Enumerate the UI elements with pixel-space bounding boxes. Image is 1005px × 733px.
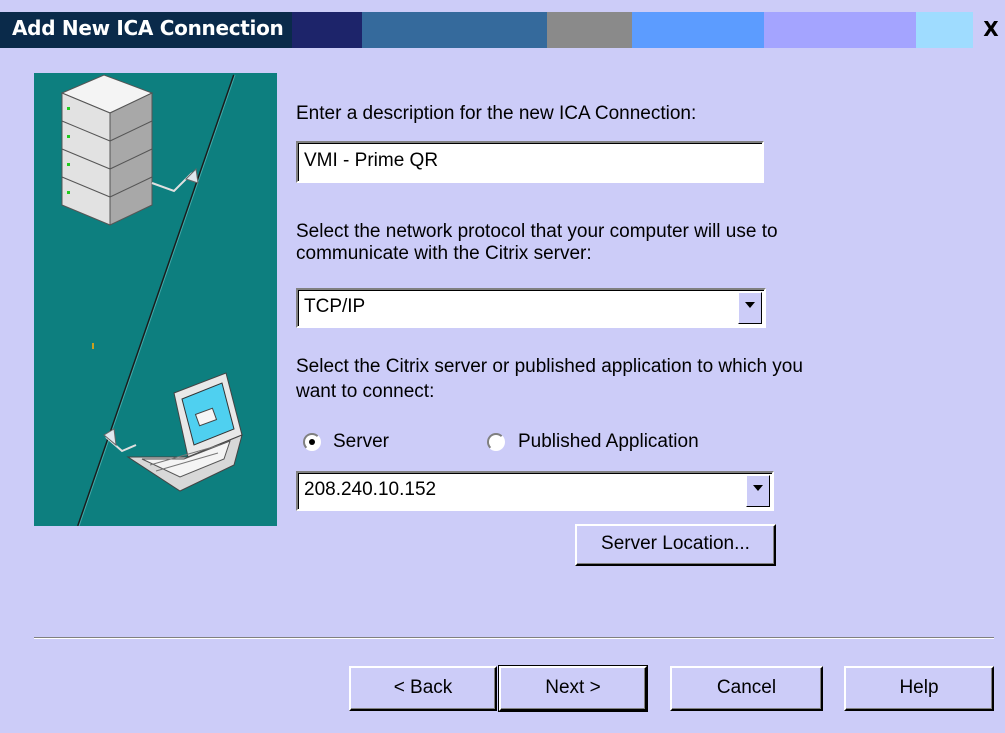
title-bar-segment <box>547 12 632 48</box>
server-select-value: 208.240.10.152 <box>304 479 437 500</box>
protocol-select[interactable]: TCP/IP <box>296 288 766 328</box>
title-bar-segment <box>362 12 547 48</box>
server-radio-label[interactable]: Server <box>333 430 389 454</box>
server-icon <box>60 74 199 226</box>
description-input-value: VMI - Prime QR <box>304 150 439 171</box>
target-label-line2: want to connect: <box>296 381 435 402</box>
server-to-laptop-network-graphic <box>34 73 277 527</box>
chevron-down-icon[interactable] <box>746 475 770 507</box>
server-select[interactable]: 208.240.10.152 <box>296 471 774 511</box>
title-bar-segment <box>632 12 764 48</box>
chevron-down-icon[interactable] <box>738 292 762 324</box>
illustration-svg <box>60 74 243 527</box>
back-button-label: < Back <box>393 677 453 698</box>
decor-dot <box>92 343 94 349</box>
cancel-button-label: Cancel <box>716 677 777 698</box>
separator <box>34 637 994 639</box>
target-label-line1: Select the Citrix server or published ap… <box>296 356 803 377</box>
window-title: Add New ICA Connection <box>12 16 284 40</box>
title-bar: Add New ICA Connection X <box>0 0 1005 48</box>
server-radio[interactable] <box>303 433 321 451</box>
next-button[interactable]: Next > <box>498 665 648 712</box>
protocol-label-line1: Select the network protocol that your co… <box>296 221 778 242</box>
cancel-button[interactable]: Cancel <box>670 666 823 711</box>
description-input[interactable]: VMI - Prime QR <box>296 141 764 183</box>
server-location-button[interactable]: Server Location... <box>575 524 776 566</box>
title-bar-segment <box>292 12 362 48</box>
title-bar-segment <box>916 12 973 48</box>
help-button-label: Help <box>899 677 939 698</box>
next-button-label: Next > <box>545 677 601 698</box>
published-application-radio[interactable] <box>487 433 505 451</box>
protocol-label-line2: communicate with the Citrix server: <box>296 243 592 264</box>
title-bar-segment <box>764 12 916 48</box>
close-icon[interactable]: X <box>980 17 1002 41</box>
description-label: Enter a description for the new ICA Conn… <box>296 103 697 124</box>
protocol-select-value: TCP/IP <box>304 296 366 317</box>
back-button[interactable]: < Back <box>349 666 497 711</box>
server-location-button-label: Server Location... <box>601 533 750 554</box>
published-application-radio-label[interactable]: Published Application <box>518 430 699 454</box>
help-button[interactable]: Help <box>844 666 994 711</box>
